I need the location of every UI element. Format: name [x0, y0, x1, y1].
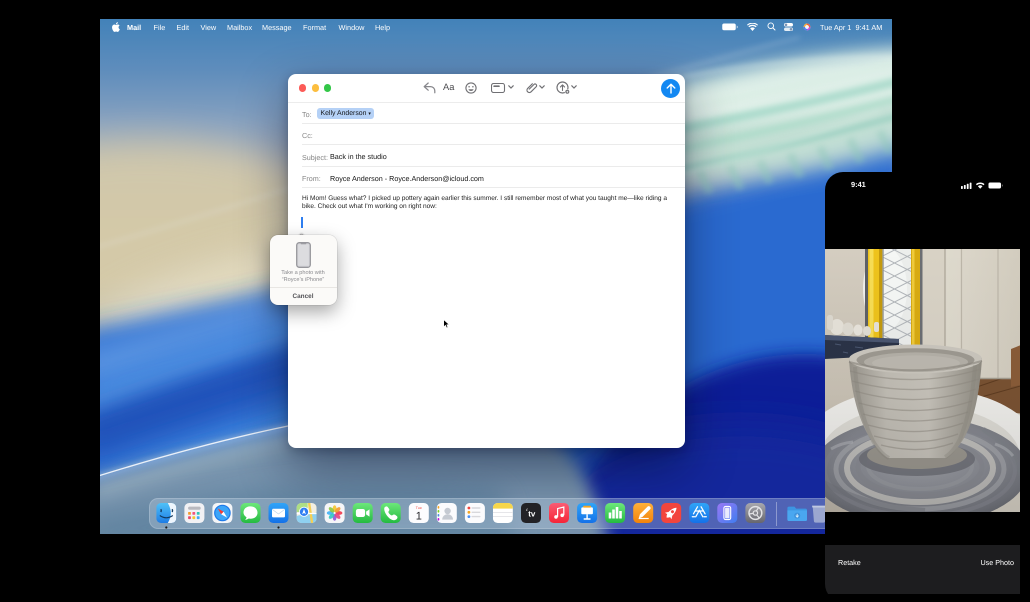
svg-text:1: 1: [416, 511, 422, 523]
svg-text:Tue: Tue: [416, 506, 422, 510]
svg-text:tv: tv: [528, 510, 536, 519]
